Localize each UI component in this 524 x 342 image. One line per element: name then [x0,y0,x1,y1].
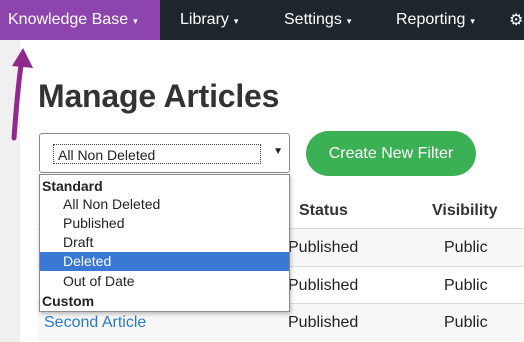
nav-settings-gear[interactable]: ⚙ [492,0,524,40]
nav-label: Reporting [396,11,466,28]
status-cell: Published [288,239,359,256]
filter-dropdown-list: Standard All Non Deleted Published Draft… [39,174,290,312]
nav-settings[interactable]: Settings ▾ [262,0,374,40]
column-header-visibility[interactable]: Visibility [432,202,498,220]
filter-select[interactable]: All Non Deleted ▼ [39,133,290,173]
page-title: Manage Articles [38,78,280,114]
status-cell: Published [288,314,359,331]
select-arrow-icon: ▼ [273,146,283,157]
nav-label: Settings [284,11,342,28]
nav-label: Knowledge Base [8,11,129,28]
nav-reporting[interactable]: Reporting ▾ [374,0,492,40]
gear-icon: ⚙ [509,12,524,29]
option-deleted[interactable]: Deleted [40,252,289,271]
optgroup-standard: Standard [42,178,103,194]
filter-select-value: All Non Deleted [53,144,261,164]
annotation-arrow-icon [11,48,33,141]
column-header-status[interactable]: Status [299,202,348,220]
visibility-cell: Public [444,277,488,294]
status-cell: Published [288,277,359,294]
top-navigation: Knowledge Base ▾ Library ▾ Settings ▾ Re… [0,0,524,40]
chevron-down-icon: ▾ [470,15,475,26]
chevron-down-icon: ▾ [233,15,239,26]
chevron-down-icon: ▾ [133,15,138,26]
optgroup-custom: Custom [42,293,95,309]
nav-label: Library [180,11,229,28]
option-all-non-deleted[interactable]: All Non Deleted [40,195,289,214]
nav-knowledge-base[interactable]: Knowledge Base ▾ [0,0,160,40]
option-published[interactable]: Published [40,214,289,233]
article-name-link[interactable]: Second Article [44,314,146,332]
nav-library[interactable]: Library ▾ [160,0,262,40]
chevron-down-icon: ▾ [346,15,352,26]
option-out-of-date[interactable]: Out of Date [40,272,289,291]
visibility-cell: Public [444,239,488,256]
create-new-filter-button[interactable]: Create New Filter [306,131,476,176]
visibility-cell: Public [444,314,488,331]
option-draft[interactable]: Draft [40,233,289,252]
